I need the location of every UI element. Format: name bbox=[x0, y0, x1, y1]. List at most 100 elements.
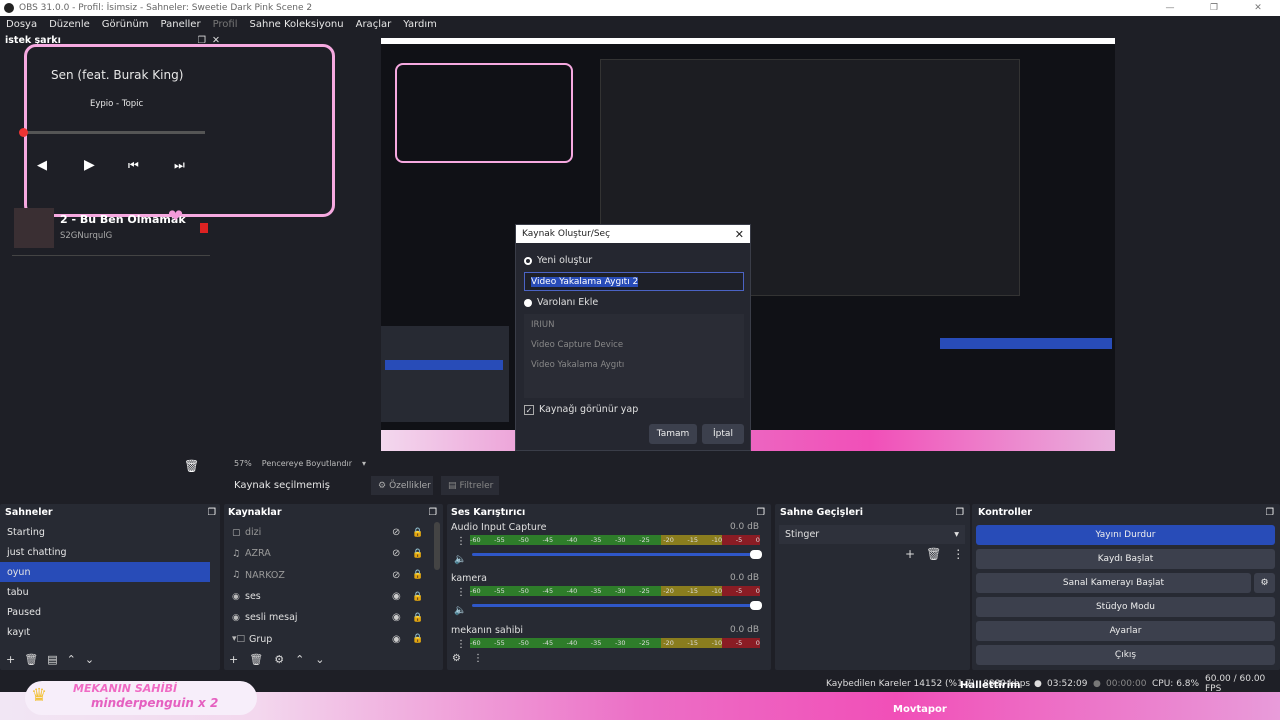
slider-knob[interactable] bbox=[750, 601, 762, 610]
up-icon[interactable]: ⌃ bbox=[295, 653, 304, 666]
exit-button[interactable]: Çıkış bbox=[976, 645, 1275, 665]
source-item[interactable]: ◉ ses ◉ 🔒 bbox=[224, 586, 434, 607]
studio-mode-button[interactable]: Stüdyo Modu bbox=[976, 597, 1275, 617]
existing-source-radio[interactable]: Varolanı Ekle bbox=[524, 297, 598, 308]
filter-icon[interactable]: ▤ bbox=[47, 653, 57, 666]
list-item[interactable]: Video Capture Device bbox=[524, 334, 744, 354]
scene-item[interactable]: Paused bbox=[0, 602, 210, 622]
zoom-mode[interactable]: Pencereye Boyutlandır bbox=[262, 459, 352, 468]
previous-icon[interactable]: ⏮ bbox=[128, 158, 139, 173]
scene-item[interactable]: kayıt bbox=[0, 622, 210, 642]
eye-icon[interactable]: ◉ bbox=[392, 612, 401, 623]
lock-icon[interactable]: 🔒 bbox=[412, 570, 423, 580]
eye-off-icon[interactable]: ⊘ bbox=[392, 548, 400, 559]
lock-icon[interactable]: 🔒 bbox=[412, 613, 423, 623]
next-icon[interactable]: ⏭ bbox=[174, 158, 185, 173]
trash-icon[interactable]: 🗑 bbox=[249, 653, 263, 666]
menu-file[interactable]: Dosya bbox=[0, 19, 43, 30]
scene-item[interactable]: Starting bbox=[0, 522, 210, 542]
visible-checkbox[interactable]: ✓ Kaynağı görünür yap bbox=[524, 404, 638, 415]
lock-icon[interactable]: 🔒 bbox=[412, 528, 423, 538]
add-icon[interactable]: + bbox=[6, 653, 15, 666]
eye-icon[interactable]: ◉ bbox=[392, 591, 401, 602]
scene-item[interactable]: just chatting bbox=[0, 542, 210, 562]
menu-scene-collection[interactable]: Sahne Koleksiyonu bbox=[244, 19, 350, 30]
list-item[interactable]: IRIUN bbox=[524, 314, 744, 334]
up-icon[interactable]: ⌃ bbox=[67, 653, 76, 666]
trash-icon[interactable]: 🗑 bbox=[926, 547, 941, 561]
trash-icon[interactable] bbox=[200, 223, 208, 233]
speaker-icon[interactable]: 🔈 bbox=[454, 605, 466, 616]
minimize-icon[interactable]: — bbox=[1148, 3, 1192, 13]
lock-icon[interactable]: 🔒 bbox=[412, 549, 423, 559]
down-icon[interactable]: ⌄ bbox=[315, 653, 324, 666]
settings-button[interactable]: Ayarlar bbox=[976, 621, 1275, 641]
gear-icon[interactable]: ⚙ bbox=[452, 653, 461, 664]
cancel-button[interactable]: İptal bbox=[702, 424, 744, 444]
eye-off-icon[interactable]: ⊘ bbox=[392, 527, 400, 538]
float-icon[interactable]: ❐ bbox=[756, 507, 765, 518]
down-icon[interactable]: ⌄ bbox=[85, 653, 94, 666]
float-icon[interactable]: ❐ bbox=[1265, 507, 1274, 518]
rewind-icon[interactable]: ◀ bbox=[37, 158, 47, 173]
radio-icon[interactable] bbox=[524, 298, 532, 307]
progress-knob[interactable] bbox=[19, 128, 28, 137]
ok-button[interactable]: Tamam bbox=[649, 424, 697, 444]
kebab-menu-icon[interactable]: ⋮ bbox=[456, 587, 466, 598]
float-icon[interactable]: ❐ bbox=[428, 507, 437, 518]
slider-knob[interactable] bbox=[750, 550, 762, 559]
filters-button[interactable]: ▤ Filtreler bbox=[441, 476, 499, 495]
start-vcam-button[interactable]: Sanal Kamerayı Başlat bbox=[976, 573, 1251, 593]
source-name-input[interactable]: Video Yakalama Aygıtı 2 bbox=[524, 272, 744, 291]
source-item[interactable]: ◉ sesli mesaj ◉ 🔒 bbox=[224, 607, 434, 628]
add-icon[interactable]: + bbox=[229, 653, 238, 666]
speaker-icon[interactable]: 🔈 bbox=[454, 554, 466, 565]
zoom-controls[interactable]: 57% Pencereye Boyutlandır ▾ bbox=[234, 459, 366, 468]
add-icon[interactable]: + bbox=[905, 547, 915, 561]
source-item[interactable]: ▾□ Grup ◉ 🔒 bbox=[224, 628, 434, 649]
menu-edit[interactable]: Düzenle bbox=[43, 19, 96, 30]
transition-select[interactable]: Stinger ▾ bbox=[779, 525, 965, 544]
list-item[interactable]: Video Yakalama Aygıtı bbox=[524, 354, 744, 374]
kebab-menu-icon[interactable]: ⋮ bbox=[473, 653, 483, 664]
kebab-menu-icon[interactable]: ⋮ bbox=[456, 639, 466, 650]
close-icon[interactable]: ✕ bbox=[1236, 3, 1280, 13]
trash-icon[interactable]: 🗑 bbox=[24, 653, 38, 666]
close-icon[interactable]: ✕ bbox=[735, 228, 750, 241]
menu-profile[interactable]: Profil bbox=[207, 19, 244, 30]
sources-scrollbar[interactable] bbox=[434, 522, 440, 570]
source-item[interactable]: ♫ AZRA ⊘ 🔒 bbox=[224, 543, 434, 564]
eye-icon[interactable]: ◉ bbox=[392, 634, 401, 645]
scene-item-selected[interactable]: oyun bbox=[0, 562, 210, 582]
check-icon[interactable]: ✓ bbox=[524, 404, 534, 415]
lock-icon[interactable]: 🔒 bbox=[412, 634, 423, 644]
properties-button[interactable]: ⚙ Özellikler bbox=[371, 476, 433, 495]
kebab-menu-icon[interactable]: ⋮ bbox=[456, 536, 466, 547]
float-icon[interactable]: ❐ bbox=[207, 507, 216, 518]
float-icon[interactable]: ❐ bbox=[955, 507, 964, 518]
delete-icon[interactable]: 🗑 bbox=[184, 459, 199, 473]
volume-slider[interactable] bbox=[472, 550, 762, 559]
start-record-button[interactable]: Kaydı Başlat bbox=[976, 549, 1275, 569]
new-source-radio[interactable]: Yeni oluştur bbox=[524, 255, 592, 266]
song-progress-bar[interactable] bbox=[19, 128, 205, 137]
menu-docks[interactable]: Paneller bbox=[155, 19, 207, 30]
lock-icon[interactable]: 🔒 bbox=[412, 592, 423, 602]
play-icon[interactable]: ▶ bbox=[84, 157, 95, 173]
source-item[interactable]: ▢ dizi ⊘ 🔒 bbox=[224, 522, 434, 543]
volume-slider[interactable] bbox=[472, 601, 762, 610]
gear-icon[interactable]: ⚙ bbox=[274, 653, 284, 666]
existing-source-list[interactable]: IRIUN Video Capture Device Video Yakalam… bbox=[524, 314, 744, 398]
chevron-down-icon[interactable]: ▾ bbox=[362, 459, 366, 468]
menu-tools[interactable]: Araçlar bbox=[350, 19, 398, 30]
scene-item[interactable]: tabu bbox=[0, 582, 210, 602]
kebab-menu-icon[interactable]: ⋮ bbox=[952, 547, 964, 561]
radio-icon[interactable] bbox=[524, 256, 532, 265]
maximize-icon[interactable]: ❐ bbox=[1192, 3, 1236, 13]
eye-off-icon[interactable]: ⊘ bbox=[392, 570, 400, 581]
vcam-settings-button[interactable]: ⚙ bbox=[1254, 573, 1275, 593]
menu-view[interactable]: Görünüm bbox=[96, 19, 155, 30]
source-item[interactable]: ♫ NARKOZ ⊘ 🔒 bbox=[224, 565, 434, 586]
stop-stream-button[interactable]: Yayını Durdur bbox=[976, 525, 1275, 545]
menu-help[interactable]: Yardım bbox=[397, 19, 443, 30]
